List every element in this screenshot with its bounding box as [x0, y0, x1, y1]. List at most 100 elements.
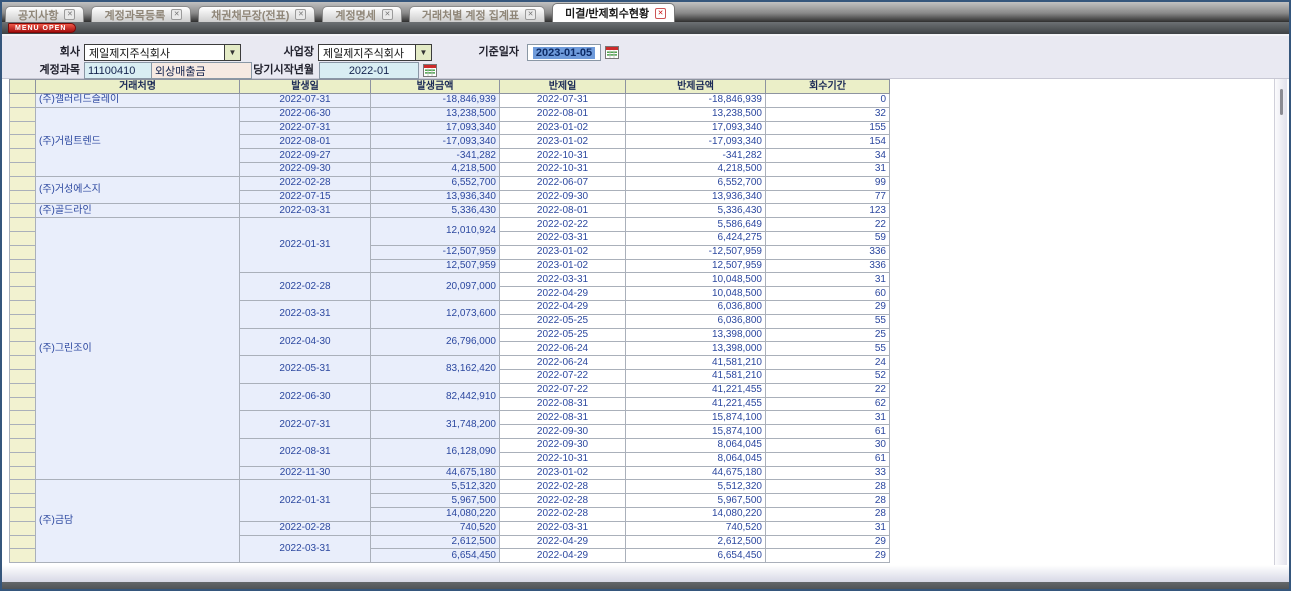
settlement-date-cell[interactable]: 2022-06-24: [500, 342, 626, 356]
settlement-date-cell[interactable]: 2022-07-22: [500, 383, 626, 397]
customer-name-cell[interactable]: (주)갤러리드슬레이: [36, 94, 240, 108]
row-selector-cell[interactable]: [10, 383, 36, 397]
customer-name-cell[interactable]: (주)금담: [36, 480, 240, 563]
tab-receivable-ledger[interactable]: 채권채무장(전표)✕: [198, 6, 315, 22]
settlement-date-cell[interactable]: 2022-10-31: [500, 149, 626, 163]
settlement-date-cell[interactable]: 2022-02-22: [500, 218, 626, 232]
settlement-amount-cell[interactable]: 12,507,959: [626, 259, 766, 273]
tab-close-icon[interactable]: ✕: [525, 9, 536, 20]
settlement-date-cell[interactable]: 2022-05-25: [500, 328, 626, 342]
occurrence-amount-cell[interactable]: 12,507,959: [371, 259, 500, 273]
occurrence-date-cell[interactable]: 2022-01-31: [240, 218, 371, 273]
occurrence-amount-cell[interactable]: 16,128,090: [371, 438, 500, 466]
occurrence-date-cell[interactable]: 2022-03-31: [240, 204, 371, 218]
collection-days-cell[interactable]: 28: [766, 480, 890, 494]
column-header[interactable]: 반제금액: [626, 80, 766, 94]
collection-days-cell[interactable]: 29: [766, 549, 890, 563]
occurrence-date-cell[interactable]: 2022-07-31: [240, 411, 371, 439]
collection-days-cell[interactable]: 55: [766, 342, 890, 356]
settlement-date-cell[interactable]: 2022-03-31: [500, 521, 626, 535]
tab-close-icon[interactable]: ✕: [655, 8, 666, 19]
occurrence-amount-cell[interactable]: -12,507,959: [371, 245, 500, 259]
occurrence-date-cell[interactable]: 2022-06-30: [240, 383, 371, 411]
occurrence-amount-cell[interactable]: 20,097,000: [371, 273, 500, 301]
occurrence-date-cell[interactable]: 2022-06-30: [240, 107, 371, 121]
tab-close-icon[interactable]: ✕: [382, 9, 393, 20]
occurrence-amount-cell[interactable]: -17,093,340: [371, 135, 500, 149]
occurrence-amount-cell[interactable]: 6,654,450: [371, 549, 500, 563]
occurrence-amount-cell[interactable]: 17,093,340: [371, 121, 500, 135]
collection-days-cell[interactable]: 31: [766, 411, 890, 425]
row-selector-cell[interactable]: [10, 190, 36, 204]
row-selector-cell[interactable]: [10, 259, 36, 273]
site-select[interactable]: 제일제지주식회사 ▼: [318, 44, 432, 61]
settlement-amount-cell[interactable]: 41,221,455: [626, 397, 766, 411]
row-selector-header[interactable]: [10, 80, 36, 94]
occurrence-amount-cell[interactable]: 5,967,500: [371, 494, 500, 508]
collection-days-cell[interactable]: 31: [766, 521, 890, 535]
settlement-amount-cell[interactable]: 8,064,045: [626, 452, 766, 466]
settlement-amount-cell[interactable]: 5,336,430: [626, 204, 766, 218]
row-selector-cell[interactable]: [10, 107, 36, 121]
grid-row[interactable]: (주)거림트렌드2022-06-3013,238,5002022-08-0113…: [10, 107, 890, 121]
row-selector-cell[interactable]: [10, 231, 36, 245]
row-selector-cell[interactable]: [10, 466, 36, 480]
row-selector-cell[interactable]: [10, 218, 36, 232]
settlement-date-cell[interactable]: 2022-10-31: [500, 162, 626, 176]
settlement-amount-cell[interactable]: 13,398,000: [626, 328, 766, 342]
settlement-amount-cell[interactable]: 6,654,450: [626, 549, 766, 563]
settlement-amount-cell[interactable]: 10,048,500: [626, 287, 766, 301]
settlement-amount-cell[interactable]: 5,512,320: [626, 480, 766, 494]
occurrence-amount-cell[interactable]: 6,552,700: [371, 176, 500, 190]
row-selector-cell[interactable]: [10, 328, 36, 342]
settlement-amount-cell[interactable]: 5,967,500: [626, 494, 766, 508]
row-selector-cell[interactable]: [10, 425, 36, 439]
settlement-amount-cell[interactable]: 5,586,649: [626, 218, 766, 232]
calendar-icon[interactable]: [605, 45, 619, 59]
row-selector-cell[interactable]: [10, 397, 36, 411]
settlement-amount-cell[interactable]: 13,936,340: [626, 190, 766, 204]
tab-open-settlement-status[interactable]: 미결/반제회수현황✕: [552, 3, 675, 22]
settlement-date-cell[interactable]: 2022-09-30: [500, 425, 626, 439]
collection-days-cell[interactable]: 123: [766, 204, 890, 218]
settlement-date-cell[interactable]: 2023-01-02: [500, 135, 626, 149]
collection-days-cell[interactable]: 22: [766, 383, 890, 397]
occurrence-amount-cell[interactable]: 12,073,600: [371, 300, 500, 328]
settlement-date-cell[interactable]: 2022-06-24: [500, 356, 626, 370]
collection-days-cell[interactable]: 99: [766, 176, 890, 190]
row-selector-cell[interactable]: [10, 480, 36, 494]
column-header[interactable]: 발생금액: [371, 80, 500, 94]
settlement-amount-cell[interactable]: 10,048,500: [626, 273, 766, 287]
collection-days-cell[interactable]: 77: [766, 190, 890, 204]
column-header[interactable]: 회수기간: [766, 80, 890, 94]
row-selector-cell[interactable]: [10, 521, 36, 535]
collection-days-cell[interactable]: 154: [766, 135, 890, 149]
settlement-date-cell[interactable]: 2022-02-28: [500, 507, 626, 521]
collection-days-cell[interactable]: 61: [766, 452, 890, 466]
vertical-scrollbar-thumb[interactable]: [1280, 89, 1283, 115]
occurrence-amount-cell[interactable]: 13,238,500: [371, 107, 500, 121]
row-selector-cell[interactable]: [10, 273, 36, 287]
occurrence-amount-cell[interactable]: 5,512,320: [371, 480, 500, 494]
occurrence-date-cell[interactable]: 2022-08-01: [240, 135, 371, 149]
customer-name-cell[interactable]: (주)그린조이: [36, 218, 240, 480]
settlement-amount-cell[interactable]: -12,507,959: [626, 245, 766, 259]
vertical-scrollbar[interactable]: [1274, 79, 1287, 565]
row-selector-cell[interactable]: [10, 314, 36, 328]
tab-account-detail[interactable]: 계정명세✕: [322, 6, 401, 22]
row-selector-cell[interactable]: [10, 494, 36, 508]
occurrence-date-cell[interactable]: 2022-02-28: [240, 521, 371, 535]
calendar-icon[interactable]: [423, 63, 437, 77]
occurrence-amount-cell[interactable]: 31,748,200: [371, 411, 500, 439]
customer-name-cell[interactable]: (주)거성에스지: [36, 176, 240, 204]
company-select[interactable]: 제일제지주식회사 ▼: [84, 44, 241, 61]
settlement-amount-cell[interactable]: 8,064,045: [626, 438, 766, 452]
settlement-amount-cell[interactable]: 740,520: [626, 521, 766, 535]
settlement-date-cell[interactable]: 2023-01-02: [500, 466, 626, 480]
occurrence-date-cell[interactable]: 2022-07-31: [240, 121, 371, 135]
row-selector-cell[interactable]: [10, 411, 36, 425]
row-selector-cell[interactable]: [10, 94, 36, 108]
row-selector-cell[interactable]: [10, 162, 36, 176]
row-selector-cell[interactable]: [10, 121, 36, 135]
collection-days-cell[interactable]: 31: [766, 273, 890, 287]
